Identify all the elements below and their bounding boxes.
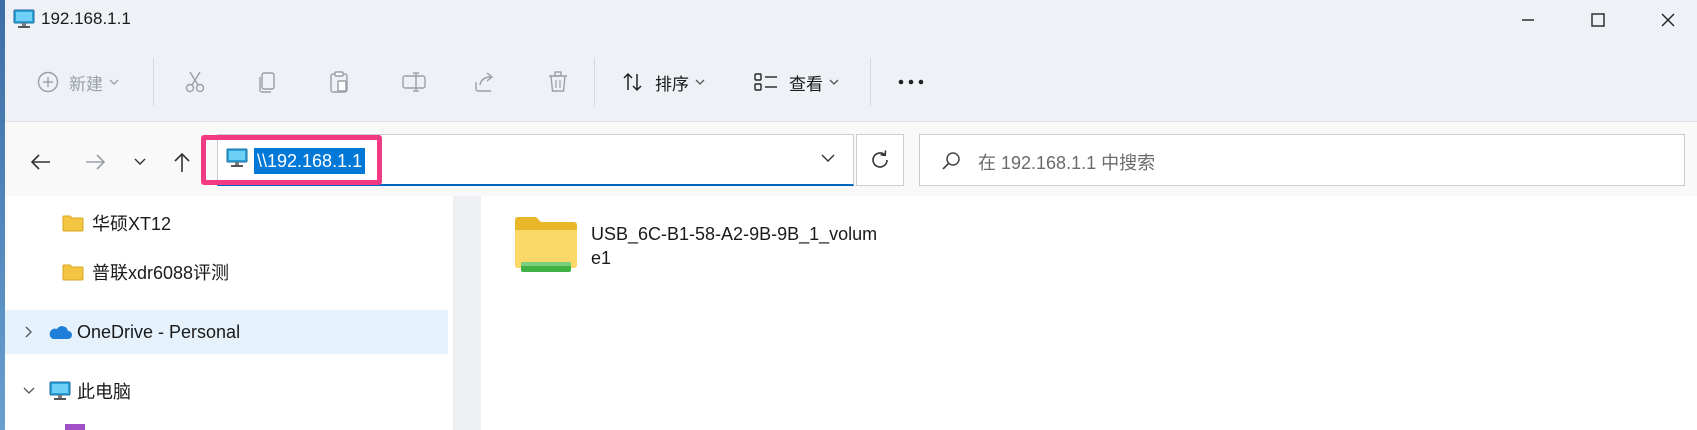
divider bbox=[870, 58, 871, 106]
chevron-down-icon[interactable] bbox=[821, 153, 835, 163]
trash-icon bbox=[549, 71, 567, 92]
back-button[interactable] bbox=[23, 144, 59, 180]
up-button[interactable] bbox=[164, 144, 200, 180]
scissors-icon bbox=[185, 71, 205, 93]
forward-button[interactable] bbox=[77, 144, 113, 180]
divider bbox=[594, 58, 595, 106]
sidebar-scrollbar[interactable] bbox=[453, 196, 481, 430]
usb-drive-folder-icon bbox=[515, 217, 577, 272]
network-computer-icon bbox=[13, 9, 35, 28]
recent-locations-button[interactable] bbox=[122, 144, 158, 180]
folder-name: USB_6C-B1-58-A2-9B-9B_1_volume1 bbox=[591, 224, 878, 268]
sidebar-item-tplink-review[interactable]: 普联xdr6088评测 bbox=[5, 250, 448, 294]
sort-label: 排序 bbox=[655, 74, 689, 94]
refresh-button[interactable] bbox=[856, 134, 904, 186]
drive-icon bbox=[65, 424, 85, 430]
main-area: 华硕XT12 普联xdr6088评测 OneDrive - Personal 此… bbox=[5, 196, 1697, 430]
share-icon bbox=[475, 72, 494, 92]
folder-item[interactable]: USB_6C-B1-58-A2-9B-9B_1_volume1 bbox=[513, 214, 883, 284]
file-list: USB_6C-B1-58-A2-9B-9B_1_volume1 bbox=[483, 196, 1697, 430]
arrow-up-icon bbox=[174, 152, 190, 172]
sidebar-item-label: 华硕XT12 bbox=[92, 214, 172, 234]
search-icon bbox=[942, 152, 960, 170]
sidebar-item-label: 普联xdr6088评测 bbox=[92, 263, 230, 283]
refresh-icon bbox=[872, 150, 888, 168]
arrow-left-icon bbox=[30, 154, 50, 170]
clipboard-icon bbox=[330, 71, 348, 93]
minimize-button[interactable] bbox=[1495, 0, 1561, 40]
file-explorer-window: 192.168.1.1 新建 排序 查看 \\192.168.1.1 在 192… bbox=[0, 0, 1697, 430]
sidebar-item-label: 此电脑 bbox=[77, 382, 131, 402]
share-button[interactable] bbox=[473, 62, 497, 102]
command-bar: 新建 排序 查看 bbox=[5, 40, 1697, 122]
copy-button[interactable] bbox=[255, 62, 279, 102]
maximize-button[interactable] bbox=[1565, 0, 1631, 40]
sidebar-item-this-pc[interactable]: 此电脑 bbox=[5, 369, 448, 413]
chevron-down-icon bbox=[829, 79, 839, 85]
search-box[interactable]: 在 192.168.1.1 中搜索 bbox=[919, 134, 1685, 186]
new-label: 新建 bbox=[69, 74, 103, 94]
window-title: 192.168.1.1 bbox=[41, 9, 131, 28]
chevron-down-icon[interactable] bbox=[23, 387, 35, 395]
sidebar-item-asus-xt12[interactable]: 华硕XT12 bbox=[5, 201, 448, 245]
more-horizontal-icon bbox=[898, 79, 924, 85]
folder-icon bbox=[62, 215, 84, 232]
chevron-right-icon[interactable] bbox=[25, 326, 33, 338]
chevron-down-icon bbox=[134, 158, 146, 165]
minimize-icon bbox=[1522, 19, 1534, 21]
more-options-button[interactable] bbox=[897, 62, 925, 102]
cloud-icon bbox=[49, 326, 72, 339]
folder-icon bbox=[62, 264, 84, 281]
divider bbox=[153, 58, 154, 106]
maximize-icon bbox=[1591, 13, 1605, 27]
cut-button[interactable] bbox=[183, 62, 207, 102]
sort-icon bbox=[623, 72, 642, 92]
close-icon bbox=[1661, 13, 1675, 27]
view-button[interactable]: 查看 bbox=[753, 62, 839, 102]
paste-button[interactable] bbox=[327, 62, 351, 102]
delete-button[interactable] bbox=[546, 62, 570, 102]
new-button[interactable]: 新建 bbox=[37, 62, 119, 102]
highlight-box bbox=[201, 135, 382, 185]
sidebar-item-label: OneDrive - Personal bbox=[77, 321, 241, 342]
view-label: 查看 bbox=[789, 74, 823, 94]
computer-icon bbox=[49, 381, 71, 400]
search-placeholder: 在 192.168.1.1 中搜索 bbox=[978, 153, 1156, 173]
chevron-down-icon bbox=[109, 79, 119, 85]
title-bar: 192.168.1.1 bbox=[5, 0, 1697, 40]
navigation-pane: 华硕XT12 普联xdr6088评测 OneDrive - Personal 此… bbox=[5, 196, 448, 430]
sidebar-item-onedrive[interactable]: OneDrive - Personal bbox=[5, 310, 448, 354]
copy-icon bbox=[259, 72, 275, 93]
rename-button[interactable] bbox=[401, 62, 427, 102]
chevron-down-icon bbox=[695, 79, 705, 85]
arrow-right-icon bbox=[86, 154, 106, 170]
close-button[interactable] bbox=[1635, 0, 1697, 40]
rename-icon bbox=[402, 72, 426, 92]
sort-button[interactable]: 排序 bbox=[621, 62, 705, 102]
view-list-icon bbox=[754, 73, 777, 91]
plus-circle-icon bbox=[37, 71, 59, 93]
